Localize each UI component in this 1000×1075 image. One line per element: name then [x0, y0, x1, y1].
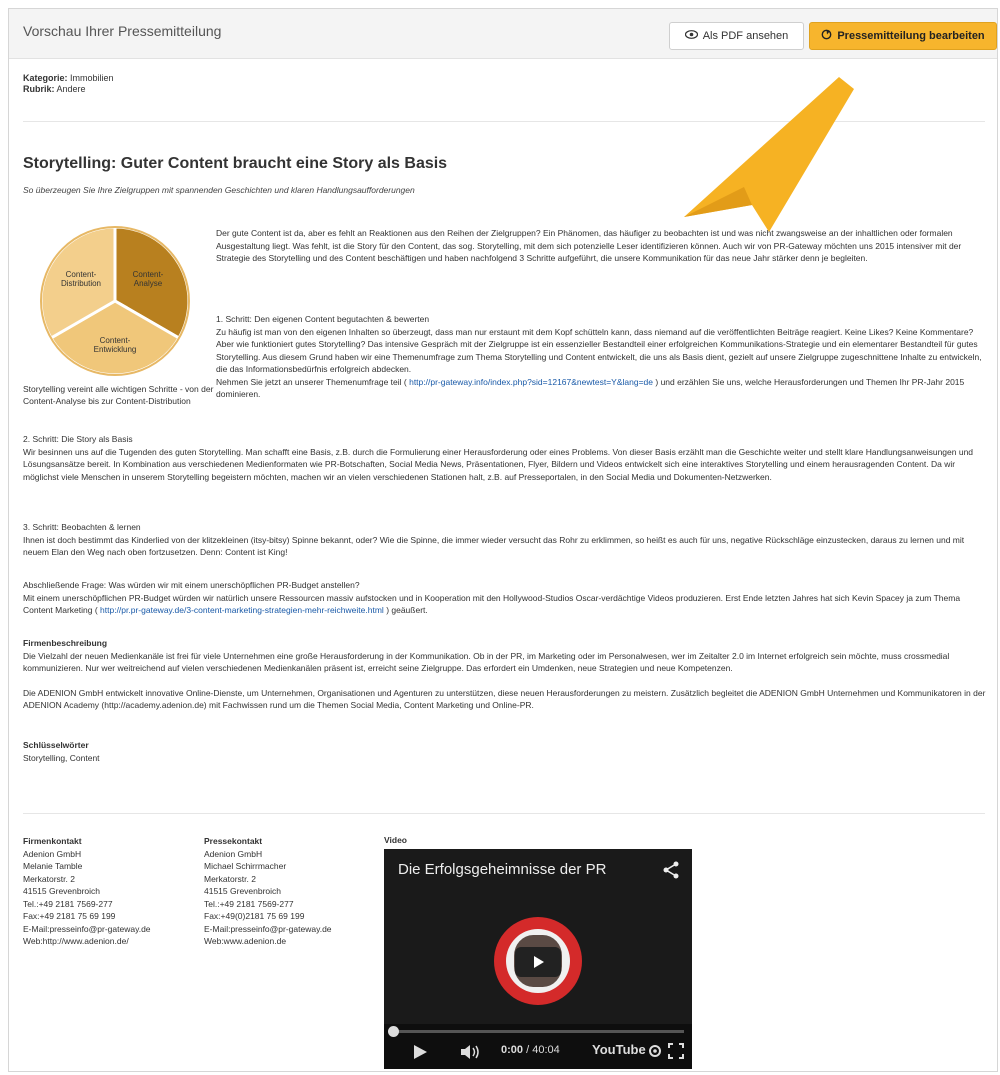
label-analysis-1: Content-: [133, 270, 164, 279]
firm-contact: Firmenkontakt Adenion GmbH Melanie Tambl…: [23, 835, 203, 948]
play-icon[interactable]: [412, 1044, 428, 1065]
meta-info: Kategorie: Immobilien Rubrik: Andere: [23, 73, 114, 95]
category-value: Immobilien: [70, 73, 114, 83]
step3-heading: 3. Schritt: Beobachten & lernen: [23, 522, 141, 532]
view-pdf-label: Als PDF ansehen: [702, 30, 789, 42]
edit-label: Pressemitteilung bearbeiten: [837, 30, 985, 42]
firm-contact-heading: Firmenkontakt: [23, 836, 82, 846]
video-player[interactable]: Die Erfolgsgeheimnisse der PR 0:00 / 40:…: [384, 849, 692, 1069]
step2-heading: 2. Schritt: Die Story als Basis: [23, 434, 133, 444]
label-development-1: Content-: [100, 336, 131, 345]
company-text-2: Die ADENION GmbH entwickelt innovative O…: [23, 687, 986, 711]
step1-section: 1. Schritt: Den eigenen Content begutach…: [216, 313, 991, 401]
divider: [23, 813, 985, 814]
press-contact-line: Fax:+49(0)2181 75 69 199: [204, 911, 305, 921]
firm-contact-line: Melanie Tamble: [23, 861, 83, 871]
eye-icon: [684, 30, 698, 42]
press-contact-line: Tel.:+49 2181 7569-277: [204, 898, 294, 909]
preview-panel: Vorschau Ihrer Pressemitteilung Als PDF …: [8, 8, 998, 1072]
company-text-1: Die Vielzahl der neuen Medienkanäle ist …: [23, 650, 950, 674]
label-distribution-2: Distribution: [61, 279, 101, 288]
edit-press-release-button[interactable]: Pressemitteilung bearbeiten: [809, 22, 997, 50]
video-progress-bar[interactable]: [392, 1030, 684, 1033]
firm-contact-line: 41515 Grevenbroich: [23, 886, 101, 896]
company-heading: Firmenbeschreibung: [23, 638, 108, 648]
keywords-text: Storytelling, Content: [23, 752, 100, 763]
video-controls: 0:00 / 40:04 YouTube: [384, 1024, 692, 1069]
view-pdf-button[interactable]: Als PDF ansehen: [669, 22, 804, 50]
video-label: Video: [384, 835, 407, 845]
press-contact-line: Web:www.adenion.de: [204, 936, 287, 946]
keywords-heading: Schlüsselwörter: [23, 740, 89, 750]
press-contact-line: E-Mail:presseinfo@pr-gateway.de: [204, 923, 332, 934]
step1-link-pre: Nehmen Sie jetzt an unserer Themenumfrag…: [216, 376, 407, 387]
step3-text: Ihnen ist doch bestimmt das Kinderlied v…: [23, 534, 965, 558]
final-link-post: ) geäußert.: [386, 605, 428, 615]
step2-section: 2. Schritt: Die Story als Basis Wir besi…: [23, 433, 991, 483]
firm-contact-line: Merkatorstr. 2: [23, 873, 75, 884]
press-contact-line: Merkatorstr. 2: [204, 873, 256, 884]
firm-contact-line: Fax:+49 2181 75 69 199: [23, 911, 116, 921]
step1-survey: Nehmen Sie jetzt an unserer Themenumfrag…: [216, 376, 991, 401]
press-contact-line: Adenion GmbH: [204, 848, 263, 859]
keywords-section: Schlüsselwörter Storytelling, Content: [23, 739, 423, 764]
label-distribution-1: Content-: [66, 270, 97, 279]
survey-link[interactable]: http://pr-gateway.info/index.php?sid=121…: [409, 377, 653, 387]
label-analysis-2: Analyse: [134, 279, 163, 288]
play-button-icon[interactable]: [515, 947, 561, 977]
step3-section: 3. Schritt: Beobachten & lernen Ihnen is…: [23, 521, 991, 559]
step1-heading: 1. Schritt: Den eigenen Content begutach…: [216, 314, 430, 324]
press-contact-line: 41515 Grevenbroich: [204, 886, 282, 896]
firm-contact-line: Adenion GmbH: [23, 848, 82, 859]
firm-contact-line: Web:http://www.adenion.de/: [23, 936, 129, 946]
storytelling-diagram: Content- Analyse Content- Entwicklung Co…: [33, 221, 198, 381]
press-contact-line: Michael Schirrmacher: [204, 861, 287, 871]
annotation-arrow: [684, 77, 854, 232]
volume-icon[interactable]: [460, 1044, 482, 1065]
youtube-logo[interactable]: YouTube: [592, 1042, 646, 1057]
article-intro: Der gute Content ist da, aber es fehlt a…: [216, 228, 962, 263]
diagram-caption: Storytelling vereint alle wichtigen Schr…: [23, 384, 214, 406]
video-total-time: / 40:04: [526, 1044, 560, 1056]
kevin-spacey-link[interactable]: http://pr.pr-gateway.de/3-content-market…: [100, 605, 384, 615]
step2-text: Wir besinnen uns auf die Tugenden des gu…: [23, 446, 974, 482]
fullscreen-icon[interactable]: [668, 1043, 684, 1064]
step1-text: Zu häufig ist man von den eigenen Inhalt…: [216, 326, 982, 375]
video-progress-handle[interactable]: [388, 1026, 399, 1037]
final-section: Abschließende Frage: Was würden wir mit …: [23, 579, 991, 617]
video-time: 0:00 / 40:04: [501, 1044, 560, 1056]
video-title[interactable]: Die Erfolgsgeheimnisse der PR: [398, 861, 606, 878]
settings-icon[interactable]: [648, 1044, 662, 1063]
final-heading: Abschließende Frage: Was würden wir mit …: [23, 580, 360, 590]
label-development-2: Entwicklung: [94, 345, 137, 354]
share-icon[interactable]: [662, 861, 680, 884]
firm-contact-line: Tel.:+49 2181 7569-277: [23, 898, 113, 909]
category-label: Kategorie:: [23, 73, 68, 83]
press-contact-heading: Pressekontakt: [204, 836, 263, 846]
preview-header: Vorschau Ihrer Pressemitteilung Als PDF …: [9, 9, 997, 59]
video-current-time: 0:00: [501, 1044, 524, 1056]
edit-icon: [821, 29, 832, 43]
press-contact: Pressekontakt Adenion GmbH Michael Schir…: [204, 835, 379, 948]
page-title: Vorschau Ihrer Pressemitteilung: [23, 23, 222, 39]
article-title: Storytelling: Guter Content braucht eine…: [23, 155, 448, 172]
article-subtitle: So überzeugen Sie Ihre Zielgruppen mit s…: [23, 185, 415, 195]
firm-contact-line: E-Mail:presseinfo@pr-gateway.de: [23, 923, 151, 934]
rubric-label: Rubrik:: [23, 84, 55, 94]
company-section: Firmenbeschreibung Die Vielzahl der neue…: [23, 637, 991, 712]
rubric-value: Andere: [56, 84, 86, 94]
